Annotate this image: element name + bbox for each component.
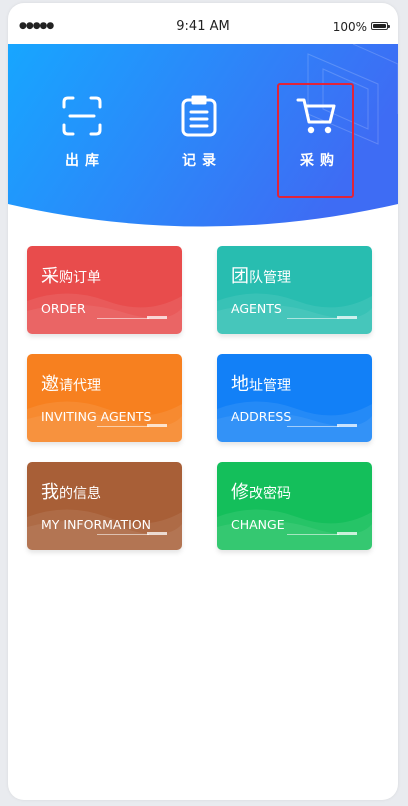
battery-icon: [371, 22, 390, 30]
card-title: 邀请代理: [41, 374, 101, 395]
clipboard-icon: [181, 95, 217, 137]
card-title: 修改密码: [231, 482, 291, 503]
status-bar: ●●●●● 9:41 AM 100%: [8, 3, 398, 47]
phone-screen: ●●●●● 9:41 AM 100% 出库 记录 采购 采购订单 ORDER 团…: [8, 3, 398, 800]
menu-card-inviting-agents[interactable]: 邀请代理 INVITING AGENTS: [27, 354, 182, 442]
header-banner: 出库 记录 采购: [8, 44, 398, 244]
card-subtitle: AGENTS: [231, 301, 282, 316]
card-title: 采购订单: [41, 266, 101, 287]
outbound-label: 出库: [65, 153, 105, 169]
card-title: 地址管理: [231, 374, 291, 395]
records-button[interactable]: 记录: [159, 94, 239, 170]
card-subtitle: INVITING AGENTS: [41, 409, 152, 424]
card-subtitle: CHANGE: [231, 517, 285, 532]
card-subtitle: ADDRESS: [231, 409, 292, 424]
card-subtitle: MY INFORMATION: [41, 517, 152, 532]
scan-icon: [62, 96, 102, 136]
card-title: 我的信息: [41, 482, 101, 503]
menu-card-order[interactable]: 采购订单 ORDER: [27, 246, 182, 334]
card-subtitle: ORDER: [41, 301, 86, 316]
menu-card-address[interactable]: 地址管理 ADDRESS: [217, 354, 372, 442]
outbound-button[interactable]: 出库: [42, 94, 122, 170]
battery-percent: 100%: [332, 20, 367, 34]
menu-card-change-password[interactable]: 修改密码 CHANGE: [217, 462, 372, 550]
card-title: 团队管理: [231, 266, 291, 287]
menu-card-my-information[interactable]: 我的信息 MY INFORMATION: [27, 462, 182, 550]
selection-highlight: [277, 83, 354, 198]
records-label: 记录: [182, 153, 222, 169]
menu-card-agents[interactable]: 团队管理 AGENTS: [217, 246, 372, 334]
